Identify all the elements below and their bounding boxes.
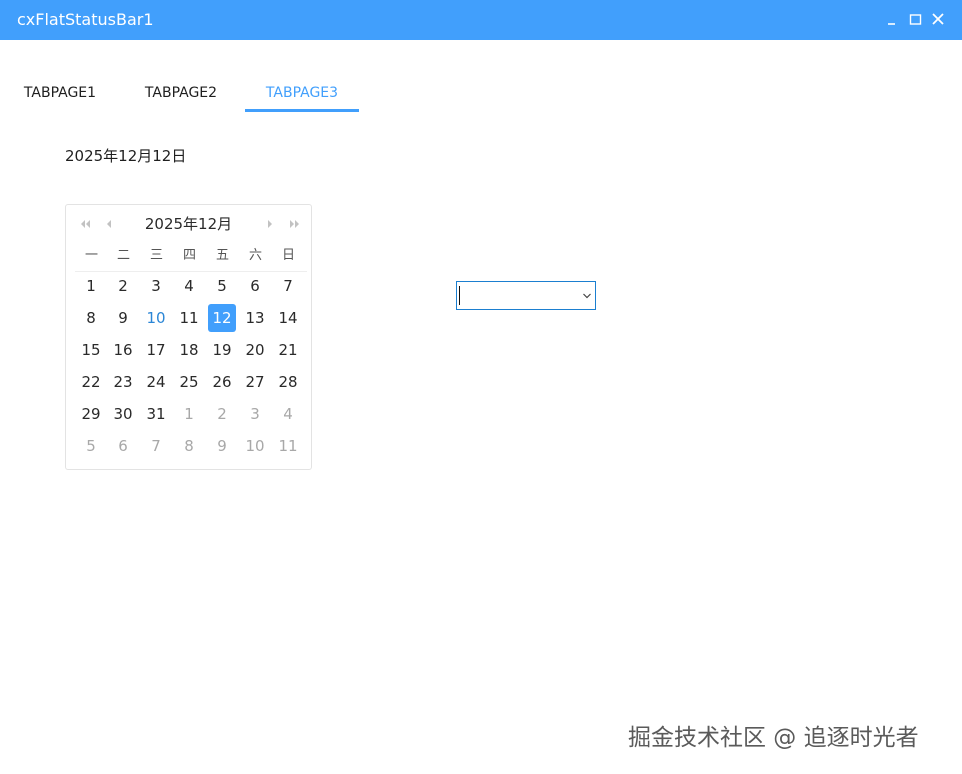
tab-bar: TABPAGE1 TABPAGE2 TABPAGE3 <box>0 78 962 112</box>
calendar-day[interactable]: 19 <box>208 336 236 364</box>
calendar-day[interactable]: 6 <box>241 272 269 300</box>
calendar-day[interactable]: 21 <box>274 336 302 364</box>
calendar-day[interactable]: 6 <box>109 432 137 460</box>
watermark: 掘金技术社区 @ 追逐时光者 <box>628 725 919 751</box>
maximize-icon[interactable] <box>907 10 925 28</box>
calendar-day[interactable]: 7 <box>142 432 170 460</box>
weekday-header: 日 <box>281 248 295 263</box>
text-caret <box>459 286 460 305</box>
calendar-day[interactable]: 14 <box>274 304 302 332</box>
calendar-day[interactable]: 5 <box>208 272 236 300</box>
chevron-down-icon[interactable] <box>582 291 592 301</box>
calendar-day[interactable]: 17 <box>142 336 170 364</box>
calendar-day[interactable]: 29 <box>77 400 105 428</box>
calendar-day[interactable]: 13 <box>241 304 269 332</box>
calendar-day[interactable]: 1 <box>77 272 105 300</box>
calendar-day[interactable]: 15 <box>77 336 105 364</box>
combo-box[interactable] <box>456 281 596 310</box>
calendar-day[interactable]: 5 <box>77 432 105 460</box>
weekday-header: 三 <box>149 248 163 263</box>
weekday-header: 一 <box>84 248 98 263</box>
calendar-day[interactable]: 25 <box>175 368 203 396</box>
calendar-day[interactable]: 7 <box>274 272 302 300</box>
tab-tabpage2[interactable]: TABPAGE2 <box>124 78 238 112</box>
calendar-day[interactable]: 2 <box>208 400 236 428</box>
calendar-day[interactable]: 9 <box>208 432 236 460</box>
calendar-day[interactable]: 27 <box>241 368 269 396</box>
calendar-day[interactable]: 4 <box>274 400 302 428</box>
title-bar: cxFlatStatusBar1 <box>0 0 962 40</box>
calendar-day[interactable]: 31 <box>142 400 170 428</box>
calendar-weekday-row: 一二三四五六日 <box>75 245 307 272</box>
calendar-day[interactable]: 8 <box>175 432 203 460</box>
calendar-day[interactable]: 16 <box>109 336 137 364</box>
calendar-day[interactable]: 24 <box>142 368 170 396</box>
calendar-day[interactable]: 11 <box>274 432 302 460</box>
calendar-day[interactable]: 30 <box>109 400 137 428</box>
calendar: 2025年12月 一二三四五六日 1 2 3 4 5 6 7 8 9 10 11 12 13 14 15 16… <box>65 204 312 470</box>
close-icon[interactable] <box>929 10 947 28</box>
tab-tabpage3[interactable]: TABPAGE3 <box>245 78 359 112</box>
calendar-day[interactable]: 3 <box>142 272 170 300</box>
calendar-day[interactable]: 26 <box>208 368 236 396</box>
calendar-day[interactable]: 4 <box>175 272 203 300</box>
calendar-day[interactable]: 20 <box>241 336 269 364</box>
calendar-day[interactable]: 8 <box>77 304 105 332</box>
calendar-header: 2025年12月 <box>66 205 311 243</box>
calendar-day[interactable]: 3 <box>241 400 269 428</box>
date-label: 2025年12月12日 <box>65 147 187 165</box>
double-chevron-right-icon[interactable] <box>288 217 302 231</box>
calendar-day[interactable]: 1 <box>175 400 203 428</box>
calendar-day[interactable]: 10 <box>142 304 170 332</box>
calendar-day[interactable]: 11 <box>175 304 203 332</box>
calendar-day[interactable]: 23 <box>109 368 137 396</box>
window-title: cxFlatStatusBar1 <box>17 10 154 29</box>
calendar-day[interactable]: 18 <box>175 336 203 364</box>
calendar-day[interactable]: 2 <box>109 272 137 300</box>
minimize-icon[interactable] <box>884 10 902 28</box>
weekday-header: 五 <box>215 248 229 263</box>
calendar-day[interactable]: 22 <box>77 368 105 396</box>
calendar-day-grid: 1 2 3 4 5 6 7 8 9 10 11 12 13 14 15 16 17 18 19 20 21 22 23 24 2… <box>75 272 307 464</box>
chevron-right-icon[interactable] <box>263 217 277 231</box>
weekday-header: 二 <box>116 248 130 263</box>
calendar-day[interactable]: 10 <box>241 432 269 460</box>
calendar-day[interactable]: 28 <box>274 368 302 396</box>
combo-input[interactable] <box>459 284 577 307</box>
tab-tabpage1[interactable]: TABPAGE1 <box>4 78 116 112</box>
calendar-day[interactable]: 12 <box>208 304 236 332</box>
calendar-day[interactable]: 9 <box>109 304 137 332</box>
weekday-header: 六 <box>248 248 262 263</box>
weekday-header: 四 <box>182 248 196 263</box>
